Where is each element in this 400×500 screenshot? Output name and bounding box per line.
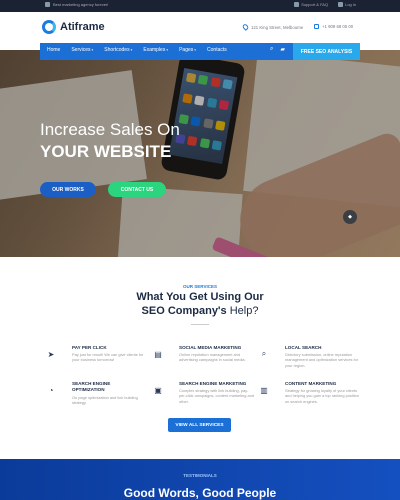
hero-title-line1: Increase Sales On [40,120,180,139]
hero-title-line2: YOUR WEBSITE [40,142,172,161]
top-bar-tagline: Best marketing agency forever! [45,2,108,7]
service-title: PAY PER CLICK [72,345,107,350]
magnifier-icon: ⌕ [261,349,267,358]
login-label: Log in [345,2,356,7]
chevron-down-icon: ▾ [91,48,94,52]
site-header: Atiframe 121 King Street, Melbourne +1 9… [0,12,400,43]
nav-item-pages[interactable]: Pages ▾ [179,47,196,53]
services-eyebrow: OUR SERVICES [183,284,217,289]
headset-icon [294,2,300,7]
chat-icon: ▤ [154,349,162,359]
nav-item-shortcodes[interactable]: Shortcodes ▾ [104,47,132,53]
phone-icon [314,24,319,29]
free-seo-analysis-button[interactable]: FREE SEO ANALYSIS [293,43,360,60]
nav-label: Services [71,47,91,53]
chevron-down-icon: ▾ [130,48,133,52]
contact-us-button[interactable]: CONTACT US [108,182,166,197]
our-works-button[interactable]: OUR WORKS [40,182,96,197]
nav-label: Home [47,47,61,53]
services-divider [191,324,209,325]
service-desc: Strategy for growing loyalty of your cli… [285,388,359,404]
megaphone-small-icon [45,2,50,7]
service-title: SEARCH ENGINE OPTIMIZATION [72,381,111,392]
location-pin-icon [241,23,250,31]
hero-banner: Increase Sales On YOUR WEBSITE OUR WORKS… [0,50,400,257]
nav-label: Pages [179,47,194,53]
testimonials-section: TESTIMONIALS Good Words, Good People [0,459,400,500]
nav-label: Contacts [207,47,227,53]
top-bar: Best marketing agency forever! Support &… [0,0,400,12]
tagline-text: Best marketing agency forever! [53,2,109,7]
service-title: CONTENT MARKETING [285,381,337,386]
view-all-services-button[interactable]: VIEW ALL SERVICES [168,418,231,432]
logo-text: Atiframe [60,21,105,33]
service-desc: Complex strategy with link building, pay… [179,388,255,404]
chevron-down-icon: ▾ [194,48,197,52]
nav-label: Shortcodes [104,47,130,53]
service-title: SEARCH ENGINE MARKETING [179,381,247,386]
nav-item-examples[interactable]: Examples ▾ [143,47,168,53]
monitor-icon: ▣ [154,385,162,395]
nav-label: Examples [143,47,166,53]
service-title: LOCAL SEARCH [285,345,322,350]
services-title-line1: What You Get Using Our [136,291,264,303]
megaphone-icon: ➤ [47,349,55,359]
service-title: SOCIAL MEDIA MARKETING [179,345,242,350]
testimonials-eyebrow: TESTIMONIALS [183,473,217,478]
phone-text: +1 909 68 05 00 [322,24,354,29]
login-link[interactable]: Log in [338,2,356,7]
service-desc: Online reputation management and adverti… [179,352,246,363]
support-link[interactable]: Support & FAQ [294,2,328,7]
support-label: Support & FAQ [301,2,329,7]
service-desc: On page optimization and link building s… [72,395,138,406]
header-address: 121 King Street, Melbourne [241,23,304,31]
address-text: 121 King Street, Melbourne [251,24,304,30]
service-desc: Pay just for result! We can give clients… [72,352,144,363]
search-icon[interactable]: ⌕ [270,46,273,53]
service-desc: Directory submission, online reputation … [285,352,359,368]
nav-item-contacts[interactable]: Contacts [207,47,227,53]
chevron-down-icon: ▾ [166,48,169,52]
book-icon: ▥ [260,385,268,395]
testimonials-title: Good Words, Good People [123,486,277,500]
services-title-bold: SEO Company's [141,305,227,317]
logo-icon [42,20,56,34]
nav-item-services[interactable]: Services ▾ [71,47,93,53]
header-phone[interactable]: +1 909 68 05 00 [314,24,353,29]
services-title-rest: Help? [226,305,259,317]
cart-icon[interactable]: ▰ [280,46,285,53]
chart-icon: ◔ [48,385,54,395]
site-logo[interactable]: Atiframe [42,20,105,34]
nav-item-home[interactable]: Home [47,47,60,53]
user-icon [338,2,344,7]
scroll-chevron-icon[interactable]: ◆ [343,210,357,224]
services-title-line2: SEO Company's Help? [0,305,400,317]
